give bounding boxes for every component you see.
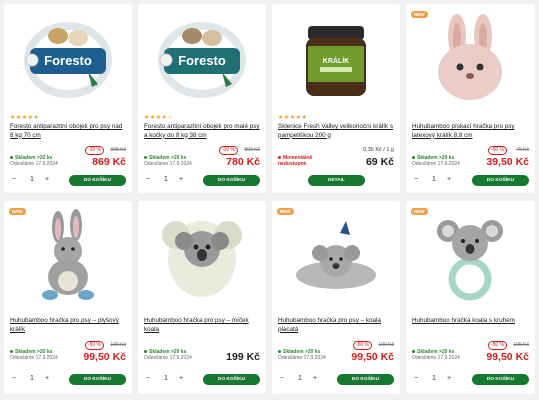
rating-stars: ★★★★★ (10, 115, 40, 121)
stock-status: Skladem >20 ks Odesíláme 17.9.2024 (144, 155, 192, 167)
quantity-value[interactable]: 1 (164, 175, 168, 185)
quantity-stepper[interactable]: − 1 + (412, 175, 456, 185)
product-card[interactable]: NEW Huhubamboo hračka koala s kruhem Skl… (406, 201, 535, 394)
stock-status: Skladem >20 ks Odesíláme 17.9.2024 (278, 349, 326, 361)
discount-badge: -50 % (84, 341, 104, 350)
product-card[interactable]: Foresto ★★★★☆ Foresto antiparazitní oboj… (138, 4, 266, 193)
price: 99,50 Kč (486, 351, 529, 363)
minus-icon[interactable]: − (12, 175, 16, 185)
product-title[interactable]: Huhubamboo hračka pro psy – koala placat… (278, 317, 394, 334)
minus-icon[interactable]: − (12, 374, 16, 384)
discount-badge: -50 % (487, 341, 507, 350)
product-card[interactable]: NEW Huhubamboo hračka pro psy – koala pl… (272, 201, 400, 394)
product-image[interactable]: Foresto (152, 12, 252, 104)
minus-icon[interactable]: − (146, 374, 150, 384)
old-price: 899 Kč (244, 147, 260, 153)
quantity-stepper[interactable]: − 1 + (144, 175, 188, 185)
svg-text:Foresto: Foresto (178, 53, 226, 68)
quantity-value[interactable]: 1 (164, 374, 168, 384)
detail-button[interactable]: DETAIL (308, 175, 365, 186)
plus-icon[interactable]: + (179, 374, 183, 384)
product-title[interactable]: Huhubamboo hračka pro psy – plyšový král… (10, 317, 126, 334)
unit-price: 0,35 Kč / 1 g (363, 147, 394, 153)
product-image[interactable] (18, 209, 118, 301)
plus-icon[interactable]: + (45, 374, 49, 384)
quantity-stepper[interactable]: − 1 + (10, 175, 54, 185)
quantity-stepper[interactable]: − 1 + (278, 374, 322, 384)
price: 199 Kč (226, 351, 260, 363)
product-image[interactable]: Foresto (18, 12, 118, 104)
product-card[interactable]: KRÁLÍK ★★★★★ Sklenice Fresh Valley velik… (272, 4, 400, 193)
quantity-stepper[interactable]: − 1 + (10, 374, 54, 384)
add-to-cart-button[interactable]: DO KOŠÍKU (472, 374, 529, 385)
price: 39,50 Kč (486, 156, 529, 168)
add-to-cart-button[interactable]: DO KOŠÍKU (69, 374, 126, 385)
quantity-stepper[interactable]: − 1 + (412, 374, 456, 384)
discount-badge: -50 % (352, 341, 372, 350)
svg-text:Foresto: Foresto (44, 53, 92, 68)
discount-badge: -50 % (487, 146, 507, 155)
quantity-value[interactable]: 1 (30, 175, 34, 185)
svg-text:KRÁLÍK: KRÁLÍK (323, 56, 349, 65)
price: 99,50 Kč (351, 351, 394, 363)
minus-icon[interactable]: − (414, 374, 418, 384)
quantity-value[interactable]: 1 (30, 374, 34, 384)
add-to-cart-button[interactable]: DO KOŠÍKU (203, 175, 260, 186)
minus-icon[interactable]: − (414, 175, 418, 185)
stock-status: Skladem >20 ks Odesíláme 17.9.2024 (412, 155, 460, 167)
add-to-cart-button[interactable]: DO KOŠÍKU (337, 374, 394, 385)
discount-badge: -10 % (84, 146, 104, 155)
add-to-cart-button[interactable]: DO KOŠÍKU (69, 175, 126, 186)
product-card[interactable]: Foresto ★★★★★ Foresto antiparazitní oboj… (4, 4, 132, 193)
plus-icon[interactable]: + (447, 374, 451, 384)
old-price: 199 Kč (513, 342, 529, 348)
quantity-value[interactable]: 1 (432, 374, 436, 384)
discount-badge: -10 % (218, 146, 238, 155)
quantity-stepper[interactable]: − 1 + (144, 374, 188, 384)
product-title[interactable]: Sklenice Fresh Valley velikonoční králík… (278, 123, 394, 140)
plus-icon[interactable]: + (45, 175, 49, 185)
product-image[interactable] (286, 209, 386, 301)
product-image[interactable] (420, 209, 520, 301)
rating-stars: ★★★★☆ (144, 115, 174, 121)
price: 780 Kč (226, 156, 260, 168)
product-title[interactable]: Foresto antiparazitní obojek pro malé ps… (144, 123, 260, 140)
price: 69 Kč (365, 156, 394, 168)
product-card[interactable]: NEW Huhubamboo hračka pro psy – plyšový … (4, 201, 132, 394)
product-card[interactable]: NEW Huhubamboo pískací hračka pro psy la… (406, 4, 535, 193)
stock-status: Skladem >20 ks Odesíláme 17.9.2024 (10, 349, 58, 361)
quantity-value[interactable]: 1 (432, 175, 436, 185)
price: 869 Kč (92, 156, 126, 168)
product-title[interactable]: Huhubamboo pískací hračka pro psy latexo… (412, 123, 529, 140)
product-title[interactable]: Foresto antiparazitní obojek pro psy nad… (10, 123, 126, 140)
product-image[interactable] (420, 12, 520, 104)
product-title[interactable]: Huhubamboo hračka koala s kruhem (412, 317, 529, 326)
rating-stars: ★★★★★ (278, 115, 308, 121)
plus-icon[interactable]: + (313, 374, 317, 384)
minus-icon[interactable]: − (280, 374, 284, 384)
stock-status: Momentálně nedostupné (278, 155, 313, 167)
quantity-value[interactable]: 1 (298, 374, 302, 384)
stock-status: Skladem >20 ks Odesíláme 17.9.2024 (144, 349, 192, 361)
add-to-cart-button[interactable]: DO KOŠÍKU (472, 175, 529, 186)
old-price: 79 Kč (516, 147, 529, 153)
old-price: 199 Kč (110, 342, 126, 348)
old-price: 998 Kč (110, 147, 126, 153)
minus-icon[interactable]: − (146, 175, 150, 185)
product-card[interactable]: Huhubamboo hračka pro psy – míček koala … (138, 201, 266, 394)
stock-status: Skladem >20 ks Odesíláme 17.9.2024 (10, 155, 58, 167)
old-price: 199 Kč (378, 342, 394, 348)
product-image[interactable] (152, 209, 252, 301)
plus-icon[interactable]: + (179, 175, 183, 185)
add-to-cart-button[interactable]: DO KOŠÍKU (203, 374, 260, 385)
product-image[interactable]: KRÁLÍK (286, 12, 386, 104)
product-title[interactable]: Huhubamboo hračka pro psy – míček koala (144, 317, 260, 334)
plus-icon[interactable]: + (447, 175, 451, 185)
stock-status: Skladem >20 ks Odesíláme 17.9.2024 (412, 349, 460, 361)
price: 99,50 Kč (83, 351, 126, 363)
